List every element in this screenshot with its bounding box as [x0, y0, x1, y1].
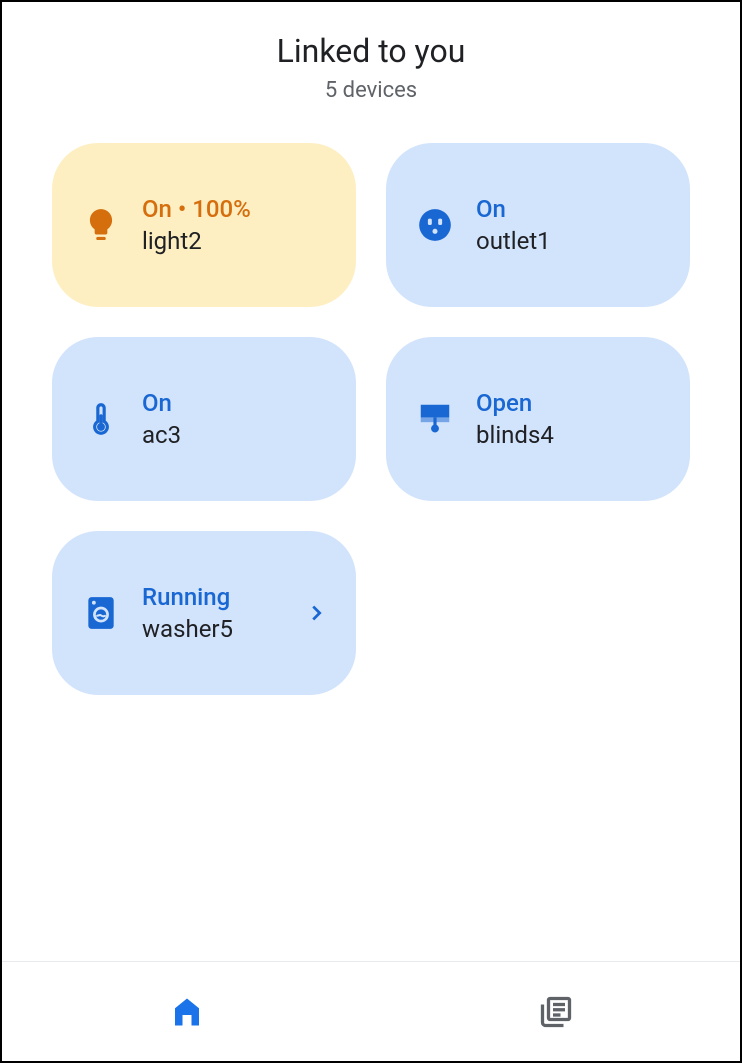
page-header: Linked to you 5 devices	[52, 32, 690, 103]
device-status: On • 100%	[142, 195, 328, 223]
device-status: On	[142, 389, 328, 417]
tile-text: On ac3	[142, 389, 328, 449]
outlet-icon	[414, 204, 456, 246]
device-name: washer5	[142, 615, 296, 643]
bottom-nav	[2, 961, 740, 1061]
home-icon	[167, 992, 207, 1032]
device-name: light2	[142, 227, 328, 255]
device-status: Open	[476, 389, 662, 417]
device-tile-washer[interactable]: Running washer5	[52, 531, 356, 695]
device-status: On	[476, 195, 662, 223]
nav-feed-button[interactable]	[371, 962, 740, 1061]
device-tile-outlet[interactable]: On outlet1	[386, 143, 690, 307]
nav-home-button[interactable]	[2, 962, 371, 1061]
device-name: blinds4	[476, 421, 662, 449]
device-tile-light[interactable]: On • 100% light2	[52, 143, 356, 307]
device-status: Running	[142, 583, 296, 611]
device-count: 5 devices	[52, 78, 690, 103]
tile-text: On outlet1	[476, 195, 662, 255]
device-tile-blinds[interactable]: Open blinds4	[386, 337, 690, 501]
chevron-right-icon	[304, 601, 328, 625]
feed-icon	[536, 992, 576, 1032]
tile-text: Running washer5	[142, 583, 296, 643]
lightbulb-icon	[80, 204, 122, 246]
device-grid: On • 100% light2 On outlet1	[52, 143, 690, 695]
tile-text: Open blinds4	[476, 389, 662, 449]
device-name: ac3	[142, 421, 328, 449]
washer-icon	[80, 592, 122, 634]
device-tile-ac[interactable]: On ac3	[52, 337, 356, 501]
device-name: outlet1	[476, 227, 662, 255]
page-title: Linked to you	[52, 32, 690, 70]
tile-text: On • 100% light2	[142, 195, 328, 255]
blinds-icon	[414, 398, 456, 440]
thermostat-icon	[80, 398, 122, 440]
